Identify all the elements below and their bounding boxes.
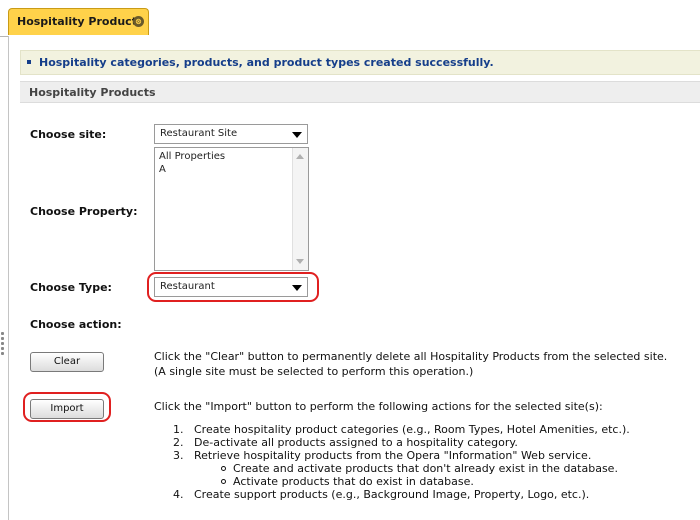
dropdown-arrow-icon bbox=[292, 285, 302, 291]
import-substep: Activate products that do exist in datab… bbox=[233, 475, 474, 488]
section-header: Hospitality Products bbox=[20, 81, 700, 103]
success-message: Hospitality categories, products, and pr… bbox=[20, 50, 700, 75]
circle-bullet-icon bbox=[221, 479, 226, 484]
success-message-text: Hospitality categories, products, and pr… bbox=[39, 56, 494, 69]
tab-bar: Hospitality Products ⊗ bbox=[0, 0, 700, 37]
main-panel: Hospitality categories, products, and pr… bbox=[8, 36, 700, 520]
clear-description: Click the "Clear" button to permanently … bbox=[154, 350, 668, 363]
bullet-icon bbox=[27, 60, 31, 64]
step-number: 3. bbox=[173, 449, 184, 462]
step-number: 1. bbox=[173, 423, 184, 436]
tab-label: Hospitality Products bbox=[17, 15, 144, 28]
step-number: 2. bbox=[173, 436, 184, 449]
step-number: 4. bbox=[173, 488, 184, 501]
import-button[interactable]: Import bbox=[30, 399, 104, 419]
tab-hospitality-products[interactable]: Hospitality Products ⊗ bbox=[8, 8, 149, 35]
section-title: Hospitality Products bbox=[29, 86, 156, 99]
import-step: Create hospitality product categories (e… bbox=[194, 423, 630, 436]
choose-site-label: Choose site: bbox=[30, 128, 107, 141]
type-select-value: Restaurant bbox=[160, 281, 215, 292]
property-listbox[interactable]: All Properties A bbox=[154, 147, 309, 271]
type-select[interactable]: Restaurant bbox=[154, 277, 308, 297]
site-select[interactable]: Restaurant Site bbox=[154, 124, 308, 144]
dropdown-arrow-icon bbox=[292, 132, 302, 138]
splitter-handle[interactable] bbox=[0, 330, 5, 370]
import-description: Click the "Import" button to perform the… bbox=[154, 400, 603, 413]
choose-property-label: Choose Property: bbox=[30, 205, 138, 218]
clear-button[interactable]: Clear bbox=[30, 352, 104, 372]
site-select-value: Restaurant Site bbox=[160, 128, 238, 139]
import-substep: Create and activate products that don't … bbox=[233, 462, 618, 475]
listbox-scrollbar[interactable] bbox=[292, 148, 308, 270]
import-step: De-activate all products assigned to a h… bbox=[194, 436, 518, 449]
choose-action-label: Choose action: bbox=[30, 318, 122, 331]
clear-note: (A single site must be selected to perfo… bbox=[154, 365, 474, 378]
import-step: Retrieve hospitality products from the O… bbox=[194, 449, 592, 462]
property-option[interactable]: All Properties bbox=[159, 151, 225, 162]
choose-type-label: Choose Type: bbox=[30, 281, 112, 294]
scroll-down-icon[interactable] bbox=[296, 259, 304, 264]
property-option[interactable]: A bbox=[159, 164, 166, 175]
close-icon[interactable]: ⊗ bbox=[133, 16, 144, 27]
scroll-up-icon[interactable] bbox=[296, 154, 304, 159]
circle-bullet-icon bbox=[221, 466, 226, 471]
import-step: Create support products (e.g., Backgroun… bbox=[194, 488, 590, 501]
